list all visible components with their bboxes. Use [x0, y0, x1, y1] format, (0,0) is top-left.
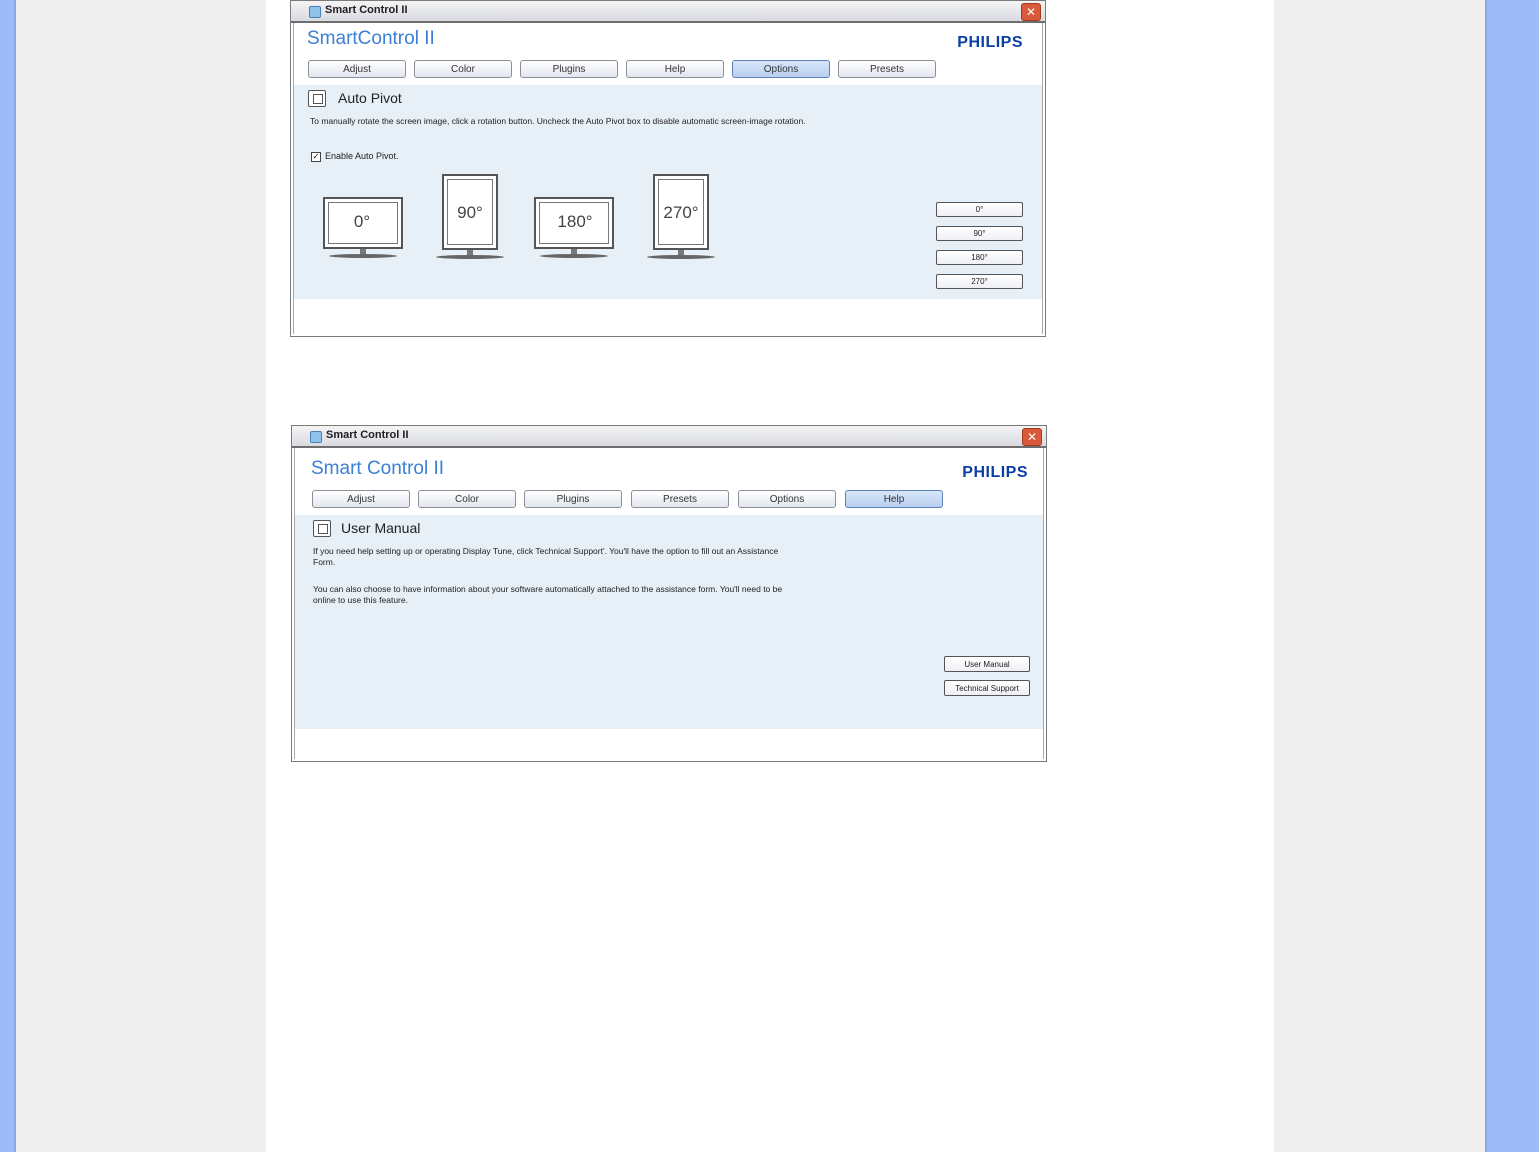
manual-icon — [313, 520, 331, 537]
title-bar[interactable]: Smart Control II ✕ — [291, 1, 1045, 23]
help-description-2: You can also choose to have information … — [313, 584, 783, 605]
tab-presets[interactable]: Presets — [838, 60, 936, 78]
philips-logo: PHILIPS — [962, 464, 1028, 481]
rotate-270-button[interactable]: 270° — [936, 274, 1023, 289]
tab-adjust[interactable]: Adjust — [312, 490, 410, 508]
tab-options[interactable]: Options — [732, 60, 830, 78]
monitor-90-label: 90° — [457, 203, 483, 222]
section-description: To manually rotate the screen image, cli… — [310, 116, 806, 126]
smartcontrol-window-user-manual: Smart Control II ✕ Smart Control II PHIL… — [291, 425, 1047, 762]
enable-auto-pivot-checkbox[interactable]: ✓ — [311, 152, 321, 162]
monitor-90-illustration: 90° — [436, 174, 504, 260]
app-brand-title: Smart Control II — [311, 458, 445, 479]
app-icon — [310, 431, 322, 443]
section-title: Auto Pivot — [338, 90, 402, 106]
monitor-270-illustration: 270° — [647, 174, 715, 260]
app-brand-title: SmartControl II — [307, 28, 435, 49]
smartcontrol-window-auto-pivot: Smart Control II ✕ SmartControl II PHILI… — [290, 0, 1046, 337]
tab-adjust[interactable]: Adjust — [308, 60, 406, 78]
tab-plugins[interactable]: Plugins — [520, 60, 618, 78]
monitor-180-illustration: 180° — [534, 195, 616, 259]
monitor-180-label: 180° — [557, 212, 593, 231]
window-title: Smart Control II — [325, 4, 408, 16]
close-icon[interactable]: ✕ — [1021, 3, 1041, 21]
monitor-0-illustration: 0° — [321, 195, 403, 259]
enable-auto-pivot-label: Enable Auto Pivot. — [325, 151, 399, 161]
monitor-0-label: 0° — [353, 212, 371, 231]
tab-color[interactable]: Color — [414, 60, 512, 78]
tab-color[interactable]: Color — [418, 490, 516, 508]
help-description-1: If you need help setting up or operating… — [313, 546, 779, 567]
pivot-icon — [308, 90, 326, 107]
technical-support-button[interactable]: Technical Support — [944, 680, 1030, 696]
rotate-0-button[interactable]: 0° — [936, 202, 1023, 217]
section-title: User Manual — [341, 520, 421, 536]
app-icon — [309, 6, 321, 18]
tab-presets[interactable]: Presets — [631, 490, 729, 508]
tab-options[interactable]: Options — [738, 490, 836, 508]
monitor-270-label: 270° — [663, 203, 699, 222]
tab-plugins[interactable]: Plugins — [524, 490, 622, 508]
title-bar[interactable]: Smart Control II ✕ — [292, 426, 1046, 448]
close-icon[interactable]: ✕ — [1022, 428, 1042, 446]
philips-logo: PHILIPS — [957, 34, 1023, 51]
window-title: Smart Control II — [326, 429, 409, 441]
rotate-180-button[interactable]: 180° — [936, 250, 1023, 265]
user-manual-button[interactable]: User Manual — [944, 656, 1030, 672]
rotate-90-button[interactable]: 90° — [936, 226, 1023, 241]
tab-help[interactable]: Help — [845, 490, 943, 508]
tab-help[interactable]: Help — [626, 60, 724, 78]
